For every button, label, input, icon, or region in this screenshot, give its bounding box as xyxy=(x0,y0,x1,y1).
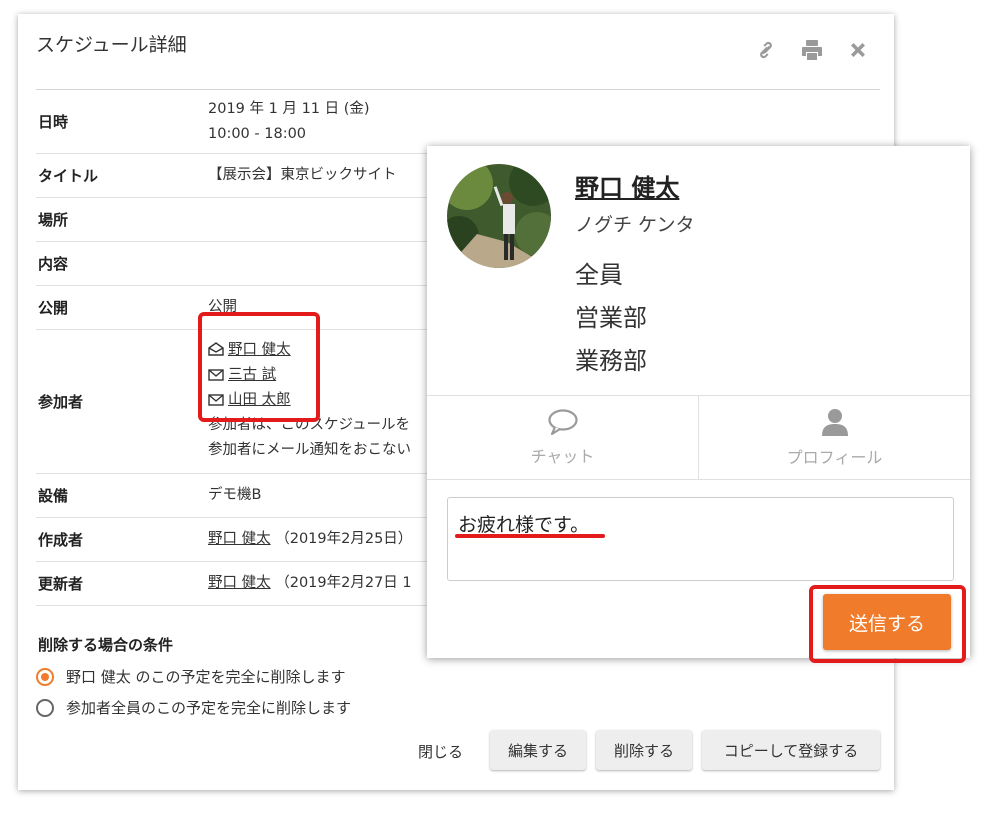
radio-unchecked[interactable] xyxy=(36,698,54,717)
delete-option-self[interactable]: 野口 健太 のこの予定を完全に削除します xyxy=(36,666,346,687)
avatar xyxy=(447,164,551,268)
dialog-title: スケジュール詳細 xyxy=(36,34,187,56)
user-icon xyxy=(821,408,848,436)
close-icon[interactable] xyxy=(846,38,870,62)
link-icon[interactable] xyxy=(754,38,778,62)
label-public: 公開 xyxy=(38,299,69,317)
label-content: 内容 xyxy=(38,255,69,273)
chat-bubble-icon xyxy=(547,408,578,435)
group-item: 営業部 xyxy=(575,304,647,332)
print-icon[interactable] xyxy=(800,38,824,62)
tab-chat[interactable]: チャット xyxy=(427,396,698,479)
group-item: 業務部 xyxy=(575,347,647,375)
value-creator: 野口 健太 （2019年2月25日） xyxy=(208,531,413,547)
value-updater: 野口 健太 （2019年2月27日 1 xyxy=(208,575,412,591)
group-item: 全員 xyxy=(575,261,623,289)
label-equipment: 設備 xyxy=(38,487,69,505)
radio-checked[interactable] xyxy=(36,667,54,686)
edit-button[interactable]: 編集する xyxy=(490,730,586,770)
copy-register-button[interactable]: コピーして登録する xyxy=(702,730,880,770)
participant-note: 参加者にメール通知をおこない xyxy=(208,442,411,458)
label-updater: 更新者 xyxy=(38,575,84,593)
updater-link[interactable]: 野口 健太 xyxy=(208,575,271,591)
delete-condition-title: 削除する場合の条件 xyxy=(38,636,174,654)
user-groups: 全員 営業部 業務部 xyxy=(575,254,647,383)
value-title: 【展示会】東京ビックサイト xyxy=(208,167,397,183)
tab-profile[interactable]: プロフィール xyxy=(698,396,970,479)
label-title: タイトル xyxy=(38,167,99,185)
value-equipment: デモ機B xyxy=(208,487,262,503)
label-place: 場所 xyxy=(38,211,69,229)
user-kana: ノグチ ケンタ xyxy=(575,214,695,236)
participants-highlight-box xyxy=(198,312,320,422)
row-date: 日時 2019 年 1 月 11 日 (金) 10:00 - 18:00 xyxy=(36,90,880,154)
dialog-actions xyxy=(754,38,870,62)
user-popup: 野口 健太 ノグチ ケンタ 全員 営業部 業務部 チャット プロフィール お疲れ… xyxy=(427,146,970,658)
delete-button[interactable]: 削除する xyxy=(596,730,692,770)
value-date: 2019 年 1 月 11 日 (金) 10:00 - 18:00 xyxy=(208,100,370,142)
close-button[interactable]: 閉じる xyxy=(418,741,463,762)
message-highlight-underline xyxy=(455,534,605,538)
creator-link[interactable]: 野口 健太 xyxy=(208,531,271,547)
label-date: 日時 xyxy=(38,113,69,131)
delete-option-all[interactable]: 参加者全員のこの予定を完全に削除します xyxy=(36,697,351,718)
send-highlight-box xyxy=(809,585,966,663)
label-participants: 参加者 xyxy=(38,393,84,411)
chat-message-input[interactable]: お疲れ様です。 xyxy=(447,497,954,581)
label-creator: 作成者 xyxy=(38,531,84,549)
popup-tabs: チャット プロフィール xyxy=(427,396,970,480)
user-name[interactable]: 野口 健太 xyxy=(575,168,679,203)
